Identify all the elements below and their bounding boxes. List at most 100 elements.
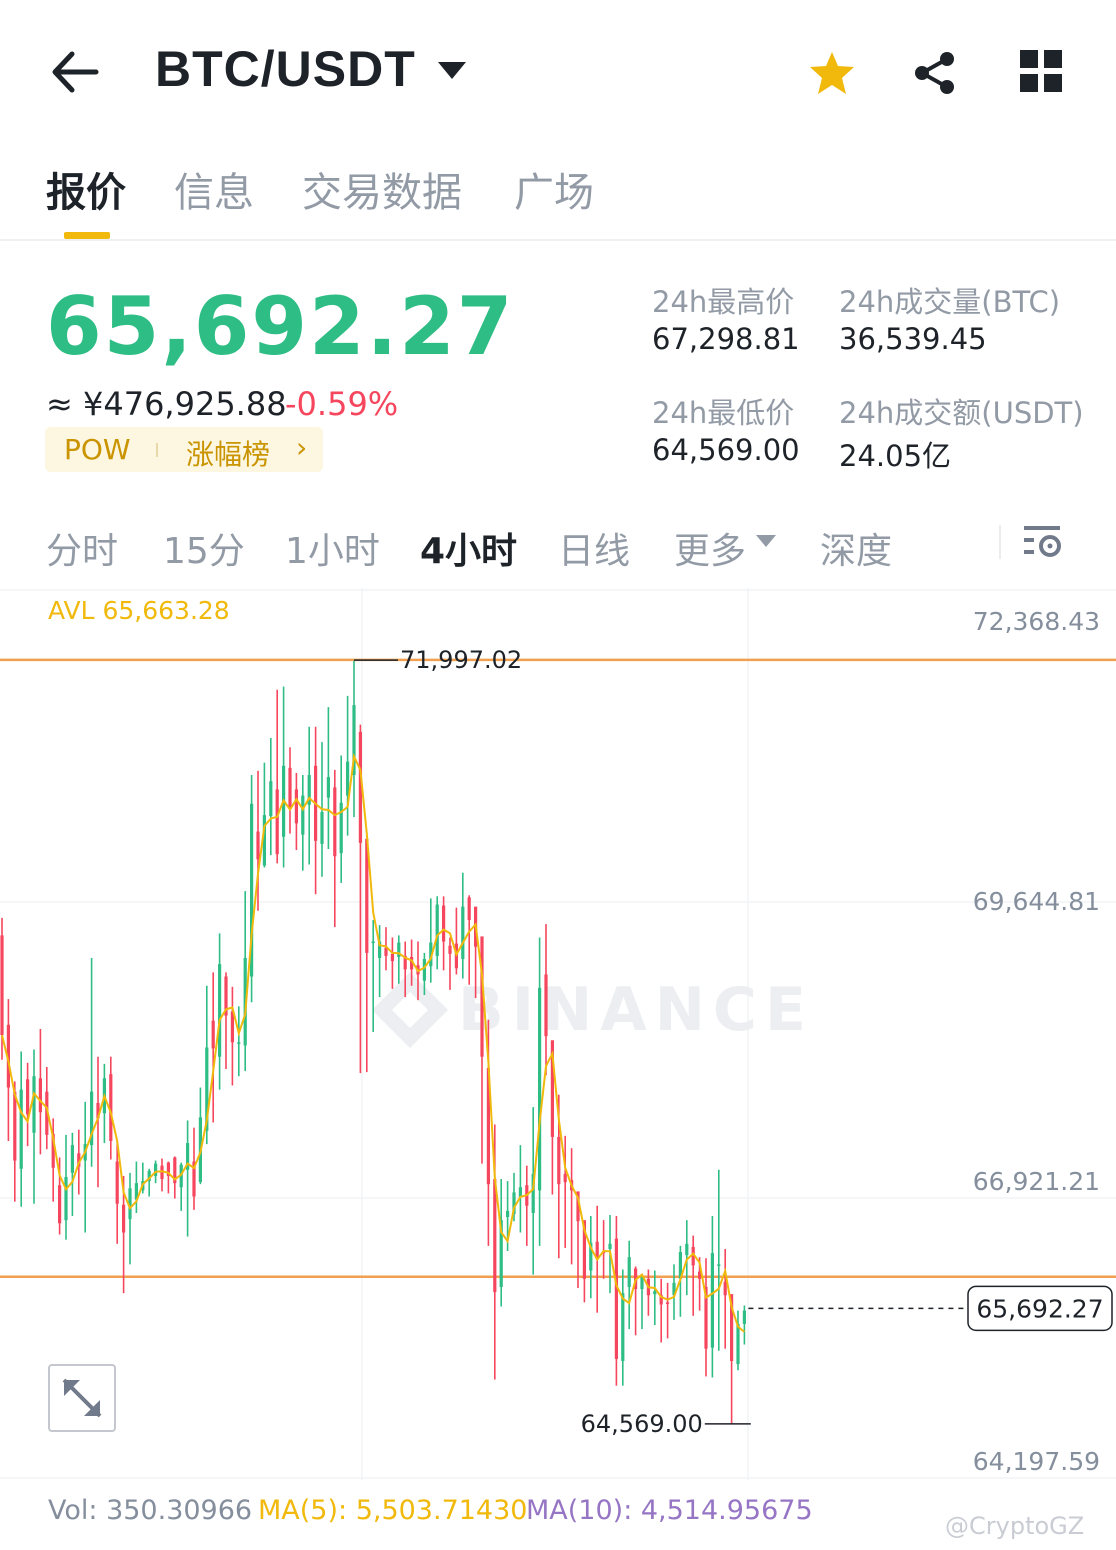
caret-down-icon[interactable]: [438, 62, 466, 79]
y-axis-labels: 72,368.43 69,644.81 66,921.21 64,197.59: [973, 607, 1100, 1476]
candle: [243, 891, 247, 1072]
candle: [269, 738, 273, 856]
candle: [218, 933, 222, 1090]
interval-1d[interactable]: 日线: [558, 522, 630, 574]
high-marker-label: 71,997.02: [400, 646, 522, 674]
candle: [454, 907, 458, 975]
candle-body: [390, 953, 394, 962]
candle: [224, 972, 228, 1070]
candle-body: [70, 1145, 74, 1173]
low-value: 64,569.00: [652, 433, 800, 467]
tag-gainers[interactable]: 涨幅榜: [186, 433, 270, 473]
candle: [742, 1305, 746, 1345]
expand-button[interactable]: [48, 1364, 116, 1432]
high-value: 67,298.81: [652, 322, 800, 356]
interval-15m[interactable]: 15分: [163, 522, 245, 574]
candle-body: [333, 787, 337, 857]
candle: [128, 1172, 132, 1265]
tab-info[interactable]: 信息: [174, 160, 254, 218]
candle: [339, 755, 343, 883]
volume-ma10: MA(10): 4,514.95675: [526, 1495, 813, 1526]
candle: [134, 1161, 138, 1213]
candle: [294, 772, 298, 851]
candle: [314, 726, 318, 895]
candle: [390, 937, 394, 989]
candle: [282, 686, 286, 868]
candle: [38, 1028, 42, 1155]
candle: [230, 986, 234, 1086]
watermark-diamond: [372, 972, 448, 1048]
y-tick-label: 69,644.81: [973, 887, 1100, 916]
candle: [634, 1266, 638, 1336]
low-marker-label: 64,569.00: [581, 1410, 703, 1438]
volume-ma5: MA(5): 5,503.71430: [258, 1495, 528, 1526]
candle: [288, 747, 292, 834]
vol-btc-value: 36,539.45: [839, 322, 987, 356]
candle-body: [326, 777, 330, 798]
interval-4h[interactable]: 4小时: [420, 522, 517, 574]
candle-body: [467, 897, 471, 920]
candle: [301, 775, 305, 871]
candle: [26, 1062, 30, 1147]
tab-quote[interactable]: 报价: [46, 160, 126, 218]
interval-1h[interactable]: 1小时: [285, 522, 380, 574]
tab-square[interactable]: 广场: [514, 160, 594, 218]
caret-down-icon[interactable]: [756, 535, 776, 547]
candle-body: [653, 1291, 657, 1295]
interval-timeline[interactable]: 分时: [46, 522, 118, 574]
candle: [461, 872, 465, 979]
candle-body: [422, 959, 426, 981]
approx-cny: ≈ ¥476,925.88: [46, 385, 287, 423]
candle: [717, 1169, 721, 1351]
candle: [570, 1148, 574, 1265]
tab-trading-data[interactable]: 交易数据: [302, 160, 462, 218]
candle: [448, 937, 452, 990]
candlestick-chart[interactable]: BINANCE 71,997.02 64,569.00 65,692.27 72,3…: [0, 588, 1116, 1550]
candle: [19, 1051, 23, 1207]
interval-more[interactable]: 更多: [674, 522, 746, 574]
candle-body: [621, 1293, 625, 1362]
credit-watermark: @CryptoGZ: [945, 1512, 1085, 1540]
candle-body: [256, 831, 260, 860]
chart-settings-icon[interactable]: [1024, 524, 1064, 560]
candle-body: [269, 781, 273, 817]
candle-body: [237, 1042, 241, 1044]
y-tick-label: 64,197.59: [973, 1447, 1100, 1476]
tag-pow[interactable]: POW: [64, 433, 131, 466]
candle: [275, 689, 279, 864]
candle-body: [448, 945, 452, 954]
candle: [736, 1310, 740, 1371]
candle: [467, 895, 471, 985]
candle-body: [723, 1281, 727, 1296]
low-label: 24h最低价: [652, 396, 795, 430]
candle: [211, 972, 215, 1123]
candle-body: [666, 1302, 670, 1304]
candle: [365, 838, 369, 1073]
header: BTC/USDT: [0, 0, 1116, 140]
candle-body: [717, 1264, 721, 1266]
candle: [371, 919, 375, 1033]
candle: [147, 1168, 151, 1197]
expand-icon: [62, 1378, 102, 1418]
divider: [0, 239, 1116, 241]
interval-depth[interactable]: 深度: [820, 522, 892, 574]
grid-icon[interactable]: [1020, 50, 1062, 92]
avl-label: AVL 65,663.28: [48, 596, 230, 625]
candle: [262, 762, 266, 868]
candle: [442, 896, 446, 971]
candle: [627, 1240, 631, 1330]
current-price-label: 65,692.27: [976, 1294, 1103, 1323]
candle-body: [384, 947, 388, 956]
arrow-left-icon[interactable]: [50, 50, 100, 94]
candle-body: [538, 987, 542, 1191]
candle: [326, 707, 330, 850]
candle-body: [211, 1020, 215, 1049]
vol-btc-label: 24h成交量(BTC): [839, 285, 1061, 319]
pair-title[interactable]: BTC/USDT: [155, 40, 416, 98]
star-icon[interactable]: [808, 50, 856, 96]
candle: [659, 1278, 663, 1343]
candle: [397, 935, 401, 984]
change-percent: -0.59%: [285, 385, 399, 423]
candle-body: [38, 1078, 42, 1113]
share-icon[interactable]: [912, 50, 958, 96]
